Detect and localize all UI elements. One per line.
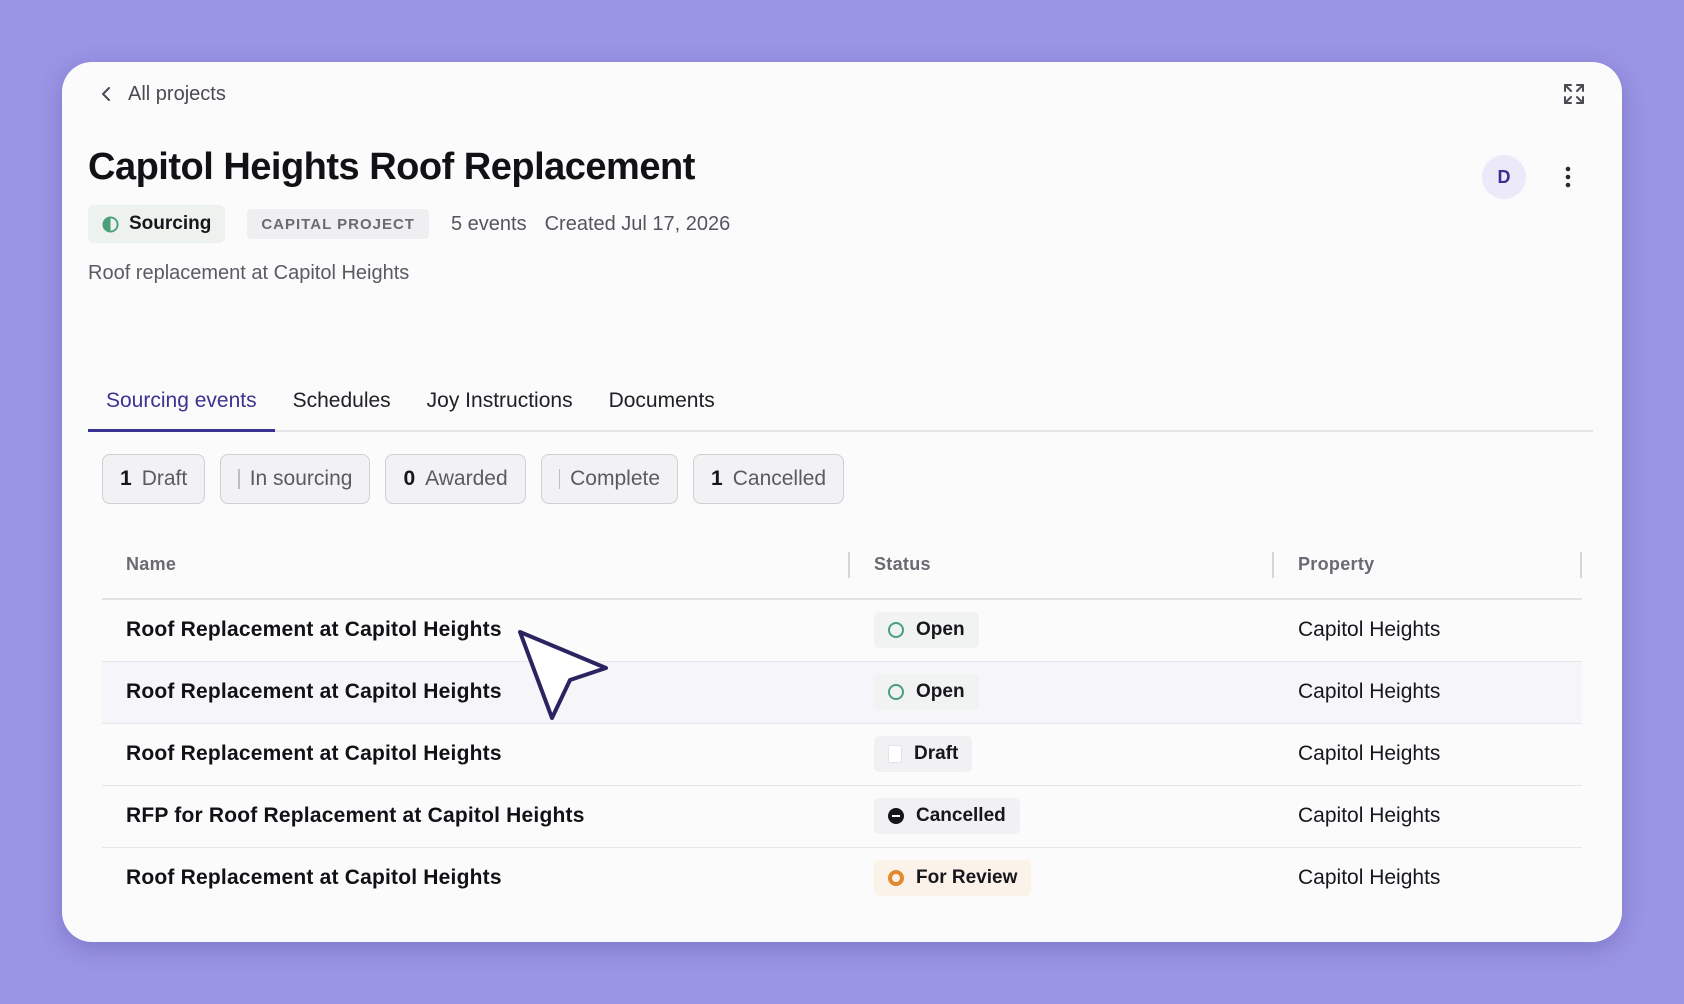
project-type-badge: CAPITAL PROJECT: [247, 209, 429, 239]
page-title: Capitol Heights Roof Replacement: [88, 146, 695, 188]
filter-label: Awarded: [425, 467, 508, 490]
property-cell: Capitol Heights: [1298, 742, 1441, 765]
project-card: All projects Capitol Heights Roof Replac…: [62, 62, 1622, 942]
expand-icon: [1564, 84, 1584, 104]
review-icon: [888, 870, 904, 886]
expand-button[interactable]: [1554, 74, 1594, 114]
back-label: All projects: [128, 82, 226, 105]
status-badge: Open: [874, 674, 979, 710]
table-row[interactable]: Roof Replacement at Capitol Heights Open…: [102, 600, 1582, 662]
property-cell: Capitol Heights: [1298, 866, 1441, 889]
table-row[interactable]: Roof Replacement at Capitol Heights Draf…: [102, 724, 1582, 786]
events-table: Name Status Property Roof Replacement at…: [102, 534, 1582, 909]
event-name[interactable]: RFP for Roof Replacement at Capitol Heig…: [126, 804, 585, 828]
project-meta: Sourcing CAPITAL PROJECT 5 events Create…: [88, 205, 730, 243]
chevron-left-icon: [102, 87, 110, 101]
column-resize-handle[interactable]: [1580, 552, 1582, 578]
table-header: Name Status Property: [102, 534, 1582, 600]
cancelled-icon: [888, 808, 904, 824]
filter-complete[interactable]: Complete: [540, 454, 679, 504]
tab-bar: Sourcing events Schedules Joy Instructio…: [88, 370, 1593, 432]
column-resize-handle[interactable]: [1272, 552, 1274, 578]
status-label: Open: [916, 681, 965, 702]
filter-count: 1: [120, 467, 132, 490]
table-row[interactable]: Roof Replacement at Capitol Heights Open…: [102, 662, 1582, 724]
project-description: Roof replacement at Capitol Heights: [88, 262, 410, 284]
event-name[interactable]: Roof Replacement at Capitol Heights: [126, 680, 502, 704]
kebab-icon: [1565, 166, 1571, 188]
open-circle-icon: [888, 622, 904, 638]
more-menu-button[interactable]: [1554, 155, 1582, 199]
filter-label: Complete: [570, 467, 661, 490]
status-badge: For Review: [874, 860, 1032, 896]
avatar[interactable]: D: [1482, 155, 1526, 199]
status-label: Open: [916, 619, 965, 640]
status-badge: Cancelled: [874, 798, 1020, 834]
open-circle-icon: [888, 684, 904, 700]
filter-in-sourcing[interactable]: In sourcing: [220, 454, 371, 504]
event-name[interactable]: Roof Replacement at Capitol Heights: [126, 742, 502, 766]
half-circle-icon: [102, 215, 119, 233]
status-label: Draft: [914, 743, 959, 764]
tab-schedules[interactable]: Schedules: [275, 372, 409, 432]
status-label: For Review: [916, 867, 1018, 888]
created-date: Created Jul 17, 2026: [544, 212, 731, 235]
filter-cancelled[interactable]: 1 Cancelled: [693, 454, 845, 504]
status-badge: Open: [874, 612, 979, 648]
tab-joy-instructions[interactable]: Joy Instructions: [409, 372, 591, 432]
tab-documents[interactable]: Documents: [591, 372, 733, 432]
property-cell: Capitol Heights: [1298, 618, 1441, 641]
filter-count: 1: [711, 467, 723, 490]
draft-icon: [888, 745, 902, 763]
filter-draft[interactable]: 1 Draft: [102, 454, 206, 504]
table-row[interactable]: RFP for Roof Replacement at Capitol Heig…: [102, 786, 1582, 848]
filter-label: Cancelled: [732, 467, 827, 490]
column-status[interactable]: Status: [874, 554, 931, 575]
column-property[interactable]: Property: [1298, 554, 1374, 575]
column-resize-handle[interactable]: [848, 552, 850, 578]
event-count: 5 events: [450, 212, 527, 235]
status-filters: 1 Draft In sourcing 0 Awarded Complete 1…: [102, 454, 845, 504]
event-name[interactable]: Roof Replacement at Capitol Heights: [126, 866, 502, 890]
count-placeholder: [238, 469, 240, 489]
mouse-cursor-icon: [518, 630, 608, 720]
property-cell: Capitol Heights: [1298, 804, 1441, 827]
event-name[interactable]: Roof Replacement at Capitol Heights: [126, 618, 502, 642]
status-badge: Sourcing: [88, 205, 226, 243]
status-label: Cancelled: [916, 805, 1006, 826]
table-row[interactable]: Roof Replacement at Capitol Heights For …: [102, 848, 1582, 909]
filter-label: In sourcing: [249, 467, 353, 490]
tab-sourcing-events[interactable]: Sourcing events: [88, 372, 275, 432]
filter-awarded[interactable]: 0 Awarded: [385, 454, 526, 504]
filter-label: Draft: [141, 467, 188, 490]
status-badge: Draft: [874, 736, 973, 772]
status-label: Sourcing: [129, 213, 212, 234]
column-name[interactable]: Name: [126, 554, 176, 575]
back-link[interactable]: All projects: [98, 74, 226, 114]
filter-count: 0: [403, 467, 416, 490]
property-cell: Capitol Heights: [1298, 680, 1441, 703]
count-placeholder: [558, 469, 561, 489]
